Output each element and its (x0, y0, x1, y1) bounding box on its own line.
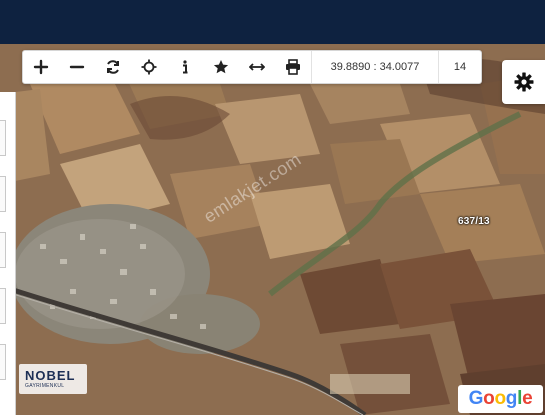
logo-sub-text: GAYRIMENKUL (25, 383, 65, 389)
google-letter: o (483, 388, 495, 409)
zoom-level-readout: 14 (438, 51, 481, 83)
side-panel-tab[interactable] (0, 232, 6, 268)
refresh-icon (107, 60, 119, 74)
google-letter: e (522, 388, 533, 409)
settings-button[interactable] (502, 60, 545, 104)
favorite-button[interactable] (203, 51, 239, 83)
star-icon (213, 60, 229, 74)
google-attribution-logo[interactable]: Google (458, 385, 543, 413)
info-icon (183, 60, 188, 74)
zoom-out-button[interactable] (59, 51, 95, 83)
info-button[interactable] (167, 51, 203, 83)
print-button[interactable] (275, 51, 311, 83)
company-logo: NOBEL GAYRIMENKUL (19, 364, 87, 394)
measure-button[interactable] (239, 51, 275, 83)
locate-button[interactable] (131, 51, 167, 83)
refresh-button[interactable] (95, 51, 131, 83)
side-panel-tab[interactable] (0, 120, 6, 156)
minus-icon (69, 65, 85, 69)
plus-icon (33, 59, 49, 75)
map-toolbar: 39.8890 : 34.0077 14 (22, 50, 482, 84)
printer-icon (286, 59, 300, 75)
crosshair-icon (141, 59, 157, 75)
top-header-bar (0, 0, 545, 44)
side-panel-tab[interactable] (0, 176, 6, 212)
side-panel-tab[interactable] (0, 288, 6, 324)
satellite-map[interactable] (0, 44, 545, 415)
google-letter: G (468, 388, 484, 409)
horizontal-arrows-icon (249, 63, 265, 71)
left-side-panel[interactable] (0, 92, 16, 415)
satellite-imagery (0, 44, 545, 415)
gear-icon (514, 72, 533, 92)
zoom-in-button[interactable] (23, 51, 59, 83)
google-letter: g (505, 388, 518, 409)
google-letter: o (494, 388, 506, 409)
coordinates-readout: 39.8890 : 34.0077 (311, 51, 438, 83)
parcel-label[interactable]: 637/13 (458, 216, 490, 227)
logo-main-text: NOBEL (25, 368, 76, 383)
side-panel-tab[interactable] (0, 344, 6, 380)
